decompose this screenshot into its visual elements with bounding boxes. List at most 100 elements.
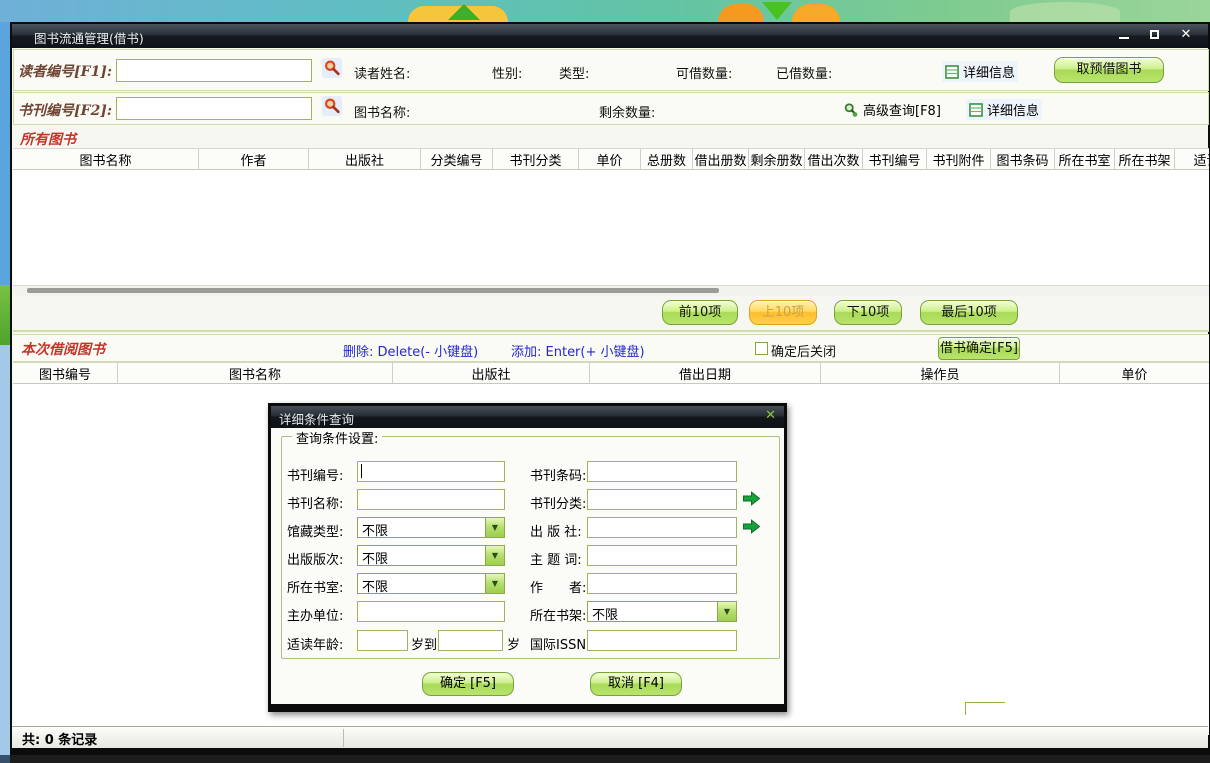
col-header[interactable]: 所在书架 xyxy=(1115,149,1175,169)
col-header[interactable]: 单价 xyxy=(579,149,641,169)
subject-input[interactable] xyxy=(587,545,737,566)
category-input[interactable] xyxy=(587,489,737,510)
book-id-input[interactable] xyxy=(116,97,312,120)
book-search-icon[interactable] xyxy=(322,96,342,116)
organizer-input[interactable] xyxy=(357,601,505,622)
minimize-button[interactable] xyxy=(1112,27,1136,44)
screen: { "window": { "title": "图书流通管理(借书)" }, "… xyxy=(0,0,1210,763)
reading-age-mid-label: 岁到 xyxy=(411,634,441,653)
close-after-confirm-checkbox[interactable] xyxy=(755,342,768,355)
text-caret xyxy=(361,464,362,478)
col-header[interactable]: 书刊编号 xyxy=(863,149,927,169)
can-borrow-label: 可借数量: xyxy=(676,63,732,82)
all-books-title: 所有图书 xyxy=(20,132,76,148)
col-header[interactable]: 借出日期 xyxy=(590,363,821,383)
close-icon: ✕ xyxy=(1181,27,1192,42)
col-header[interactable]: 操作员 xyxy=(821,363,1060,383)
chevron-down-icon[interactable]: ▼ xyxy=(717,602,736,621)
reading-age-from-input[interactable] xyxy=(357,630,408,651)
col-header[interactable]: 单价 xyxy=(1060,363,1209,383)
col-header[interactable]: 剩余册数 xyxy=(749,149,805,169)
col-header[interactable]: 适读年龄 xyxy=(1175,149,1209,169)
desktop-icon-fragment-2-arrow xyxy=(762,2,792,20)
first10-button[interactable]: 前10项 xyxy=(662,300,738,325)
reader-name-label: 读者姓名: xyxy=(354,63,410,82)
reader-id-label: 读者编号[F1]: xyxy=(18,61,112,81)
borrowed-label: 已借数量: xyxy=(776,63,832,82)
desktop-left-lightblue xyxy=(0,345,10,755)
dialog-cancel-button[interactable]: 取消 [F4] xyxy=(590,672,682,696)
col-header[interactable]: 图书名称 xyxy=(118,363,393,383)
window-titlebar[interactable]: 图书流通管理(借书) ✕ xyxy=(12,24,1208,48)
all-books-hscrollbar[interactable] xyxy=(13,286,1209,296)
advanced-query-link[interactable]: 高级查询[F8] xyxy=(840,99,944,120)
reader-id-input[interactable] xyxy=(116,59,312,82)
col-header[interactable]: 书刊附件 xyxy=(927,149,991,169)
borrow-table-header[interactable]: 图书编号 图书名称 出版社 借出日期 操作员 单价 xyxy=(13,362,1209,384)
book-no-input[interactable] xyxy=(357,461,505,482)
reading-age-label: 适读年龄: xyxy=(287,634,359,653)
detail-query-dialog: 详细条件查询 ✕ 查询条件设置: 书刊编号: 书刊条码: 书刊名称: 书刊分类:… xyxy=(268,403,787,712)
col-header[interactable]: 总册数 xyxy=(641,149,693,169)
fetch-prebook-button[interactable]: 取预借图书 xyxy=(1054,57,1164,83)
next10-button[interactable]: 下10项 xyxy=(834,300,902,325)
shelf-select[interactable]: 不限 ▼ xyxy=(587,601,737,622)
maximize-button[interactable] xyxy=(1142,27,1166,44)
organizer-label: 主办单位: xyxy=(287,605,359,624)
close-button[interactable]: ✕ xyxy=(1174,27,1198,44)
col-header[interactable]: 出版社 xyxy=(309,149,421,169)
pagination-bar: 前10项 上10项 下10项 最后10项 xyxy=(13,296,1209,332)
reading-age-to-input[interactable] xyxy=(438,630,503,651)
hscrollbar-thumb[interactable] xyxy=(27,288,719,293)
barcode-input[interactable] xyxy=(587,461,737,482)
advanced-query-label: 高级查询[F8] xyxy=(863,100,941,119)
dialog-titlebar[interactable]: 详细条件查询 ✕ xyxy=(271,406,784,428)
col-header[interactable]: 图书条码 xyxy=(991,149,1055,169)
room-select[interactable]: 不限 ▼ xyxy=(357,573,505,594)
category-picker-arrow-icon[interactable] xyxy=(742,490,761,507)
prev10-button[interactable]: 上10项 xyxy=(749,300,817,325)
status-bar: 共: 0 条记录 xyxy=(12,726,1208,748)
last10-button[interactable]: 最后10项 xyxy=(920,300,1018,325)
col-header[interactable]: 所在书室 xyxy=(1055,149,1115,169)
col-header[interactable]: 图书名称 xyxy=(13,149,199,169)
all-books-table-body[interactable] xyxy=(13,170,1209,286)
desktop-icon-fragment-3 xyxy=(792,4,840,22)
borrow-confirm-button[interactable]: 借书确定[F5] xyxy=(938,337,1020,360)
chevron-down-icon[interactable]: ▼ xyxy=(485,546,504,565)
minimize-icon xyxy=(1119,30,1129,39)
col-header[interactable]: 作者 xyxy=(199,149,309,169)
partial-button-fragment xyxy=(965,702,1005,715)
issn-input[interactable] xyxy=(587,630,737,651)
book-detail-link[interactable]: 详细信息 xyxy=(966,99,1042,120)
book-name-input[interactable] xyxy=(357,489,505,510)
reading-age-suffix-label: 岁 xyxy=(507,634,523,653)
book-detail-label: 详细信息 xyxy=(987,100,1039,119)
publisher-picker-arrow-icon[interactable] xyxy=(742,518,761,535)
room-label: 所在书室: xyxy=(287,577,359,596)
all-books-header[interactable]: 图书名称 作者 出版社 分类编号 书刊分类 单价 总册数 借出册数 剩余册数 借… xyxy=(13,148,1209,170)
collection-type-select[interactable]: 不限 ▼ xyxy=(357,517,505,538)
reader-bar: 读者编号[F1]: 读者姓名: 性别: 类型: 可借数量: 已借数量: 详细信息… xyxy=(13,49,1209,91)
reader-detail-link[interactable]: 详细信息 xyxy=(942,61,1018,82)
col-header[interactable]: 借出次数 xyxy=(805,149,863,169)
col-header[interactable]: 借出册数 xyxy=(693,149,749,169)
reader-search-icon[interactable] xyxy=(322,58,342,78)
chevron-down-icon[interactable]: ▼ xyxy=(485,574,504,593)
dialog-close-button[interactable]: ✕ xyxy=(765,408,776,423)
book-bar: 书刊编号[F2]: 图书名称: 剩余数量: 高级查询[F8] 详细信息 xyxy=(13,92,1209,125)
chevron-down-icon[interactable]: ▼ xyxy=(485,518,504,537)
book-name-label: 书刊名称: xyxy=(287,493,359,512)
close-icon: ✕ xyxy=(765,408,776,423)
col-header[interactable]: 分类编号 xyxy=(421,149,493,169)
publisher-input[interactable] xyxy=(587,517,737,538)
detail-grid-icon xyxy=(969,103,983,117)
col-header[interactable]: 出版社 xyxy=(393,363,590,383)
edition-select[interactable]: 不限 ▼ xyxy=(357,545,505,566)
author-input[interactable] xyxy=(587,573,737,594)
book-name-label: 图书名称: xyxy=(354,102,410,121)
col-header[interactable]: 图书编号 xyxy=(13,363,118,383)
desktop-left-blue xyxy=(0,22,10,285)
dialog-ok-button[interactable]: 确定 [F5] xyxy=(422,672,514,696)
col-header[interactable]: 书刊分类 xyxy=(493,149,579,169)
